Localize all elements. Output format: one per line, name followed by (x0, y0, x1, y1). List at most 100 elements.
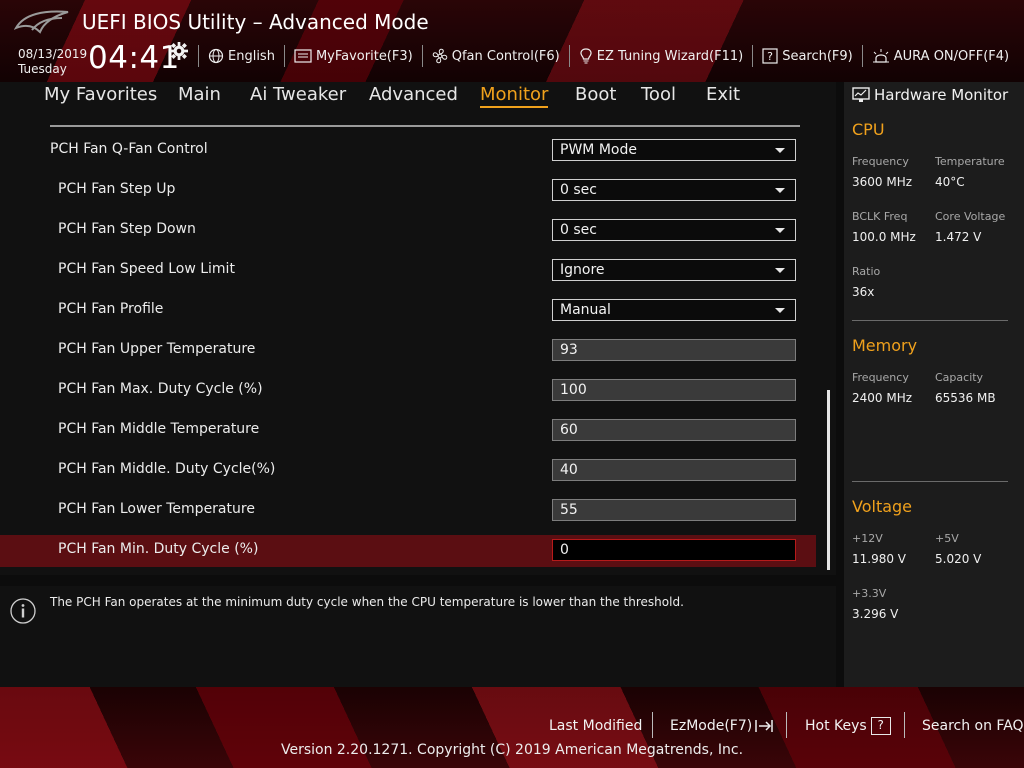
last-modified-button[interactable]: Last Modified (549, 715, 642, 737)
tab-monitor[interactable]: Monitor (480, 84, 549, 108)
cpu-temperature-label: Temperature (935, 155, 1005, 168)
min-duty-cycle-field[interactable]: 0 (552, 539, 796, 561)
step-up-select[interactable]: 0 sec (552, 179, 796, 201)
footer-divider (786, 712, 787, 738)
chevron-down-icon (775, 148, 785, 153)
search-faq-label: Search on FAQ (922, 718, 1024, 734)
upper-temperature-field[interactable]: 93 (552, 339, 796, 361)
hw-divider (852, 320, 1008, 321)
setting-label-middle-temperature: PCH Fan Middle Temperature (58, 421, 260, 437)
ratio-value: 36x (852, 285, 875, 299)
lower-temperature-field[interactable]: 55 (552, 499, 796, 521)
exit-arrow-icon (755, 720, 773, 732)
memory-heading: Memory (852, 336, 918, 355)
tab-advanced[interactable]: Advanced (369, 84, 458, 105)
hot-keys-button[interactable]: Hot Keys ? (805, 715, 891, 737)
search-label: Search(F9) (782, 48, 853, 64)
memory-capacity-value: 65536 MB (935, 391, 996, 405)
cpu-frequency-value: 3600 MHz (852, 175, 913, 189)
header-toolbar: English MyFavorite(F3) Qfan Control(F6) … (198, 44, 1018, 68)
gear-icon[interactable] (170, 42, 188, 60)
ezmode-button[interactable]: EzMode(F7) (670, 715, 774, 737)
aura-toggle-button[interactable]: AURA ON/OFF(F4) (861, 45, 1018, 67)
tab-exit[interactable]: Exit (706, 84, 740, 105)
setting-label-middle-duty-cycle: PCH Fan Middle. Duty Cycle(%) (58, 461, 276, 477)
ez-tuning-wizard-button[interactable]: EZ Tuning Wizard(F11) (568, 45, 752, 67)
step-down-select[interactable]: 0 sec (552, 219, 796, 241)
setting-label-lower-temperature: PCH Fan Lower Temperature (58, 501, 255, 517)
v12-label: +12V (852, 532, 883, 545)
hardware-monitor-title: Hardware Monitor (852, 86, 1008, 104)
speed-low-limit-select[interactable]: Ignore (552, 259, 796, 281)
setting-label-fan-profile: PCH Fan Profile (58, 301, 164, 317)
favorite-icon (294, 49, 312, 63)
tab-boot[interactable]: Boot (575, 84, 616, 105)
core-voltage-label: Core Voltage (935, 210, 1006, 223)
memory-frequency-label: Frequency (852, 371, 909, 384)
qfan-control-button[interactable]: Qfan Control(F6) (421, 45, 569, 67)
app-title: UEFI BIOS Utility – Advanced Mode (82, 10, 429, 34)
v33-label: +3.3V (852, 587, 887, 600)
qfan-control-select[interactable]: PWM Mode (552, 139, 796, 161)
fan-icon (432, 48, 447, 64)
max-duty-cycle-field[interactable]: 100 (552, 379, 796, 401)
setting-label-step-down: PCH Fan Step Down (58, 221, 196, 237)
qfan-control-value: PWM Mode (560, 142, 637, 158)
tab-main[interactable]: Main (178, 84, 221, 105)
myfavorite-button[interactable]: MyFavorite(F3) (283, 45, 422, 67)
chevron-down-icon (775, 268, 785, 273)
aura-icon (872, 49, 889, 63)
middle-temperature-field[interactable]: 60 (552, 419, 796, 441)
speed-low-limit-value: Ignore (560, 262, 605, 278)
language-label: English (228, 48, 275, 64)
step-up-value: 0 sec (560, 182, 597, 198)
copyright-text: Version 2.20.1271. Copyright (C) 2019 Am… (280, 742, 744, 758)
setting-label-max-duty-cycle: PCH Fan Max. Duty Cycle (%) (58, 381, 263, 397)
setting-label-qfan-control: PCH Fan Q-Fan Control (50, 141, 208, 157)
footer-divider (652, 712, 653, 738)
chevron-down-icon (775, 308, 785, 313)
setting-label-min-duty-cycle: PCH Fan Min. Duty Cycle (%) (58, 541, 259, 557)
clock-time: 04:41 (88, 40, 180, 76)
v12-value: 11.980 V (852, 552, 907, 566)
middle-duty-cycle-field[interactable]: 40 (552, 459, 796, 481)
globe-icon (208, 48, 224, 64)
tab-tool[interactable]: Tool (641, 84, 676, 105)
question-icon: ? (870, 717, 891, 735)
search-faq-button[interactable]: Search on FAQ (922, 715, 1024, 737)
date-display: 08/13/2019 Tuesday (18, 47, 87, 77)
chevron-down-icon (775, 188, 785, 193)
info-icon (10, 598, 36, 624)
chevron-down-icon (775, 228, 785, 233)
fan-profile-value: Manual (560, 302, 611, 318)
core-voltage-value: 1.472 V (935, 230, 982, 244)
cpu-temperature-value: 40°C (935, 175, 965, 189)
day-value: Tuesday (18, 62, 67, 76)
help-description: The PCH Fan operates at the minimum duty… (50, 595, 684, 609)
search-help-icon: ? (762, 48, 778, 64)
qfan-label: Qfan Control(F6) (451, 48, 560, 64)
v5-label: +5V (935, 532, 959, 545)
aura-label: AURA ON/OFF(F4) (893, 48, 1010, 64)
setting-label-upper-temperature: PCH Fan Upper Temperature (58, 341, 256, 357)
last-modified-label: Last Modified (549, 718, 643, 734)
search-button[interactable]: ? Search(F9) (752, 45, 862, 67)
language-button[interactable]: English (198, 45, 284, 67)
tab-ai-tweaker[interactable]: Ai Tweaker (250, 84, 346, 105)
ezmode-label: EzMode(F7) (670, 718, 753, 734)
settings-scrollbar[interactable] (827, 390, 830, 570)
svg-text:?: ? (767, 50, 773, 63)
fan-profile-select[interactable]: Manual (552, 299, 796, 321)
memory-capacity-label: Capacity (935, 371, 984, 384)
setting-label-speed-low-limit: PCH Fan Speed Low Limit (58, 261, 235, 277)
tab-my-favorites[interactable]: My Favorites (44, 84, 157, 105)
monitor-icon (852, 87, 870, 102)
bulb-icon (580, 48, 592, 64)
hot-keys-label: Hot Keys (805, 718, 867, 734)
myfavorite-label: MyFavorite(F3) (315, 48, 413, 64)
ez-tuning-label: EZ Tuning Wizard(F11) (596, 48, 744, 64)
ratio-label: Ratio (852, 265, 881, 278)
step-down-value: 0 sec (560, 222, 597, 238)
footer-divider (904, 712, 905, 738)
main-nav: My Favorites Main Ai Tweaker Advanced Mo… (0, 82, 836, 112)
